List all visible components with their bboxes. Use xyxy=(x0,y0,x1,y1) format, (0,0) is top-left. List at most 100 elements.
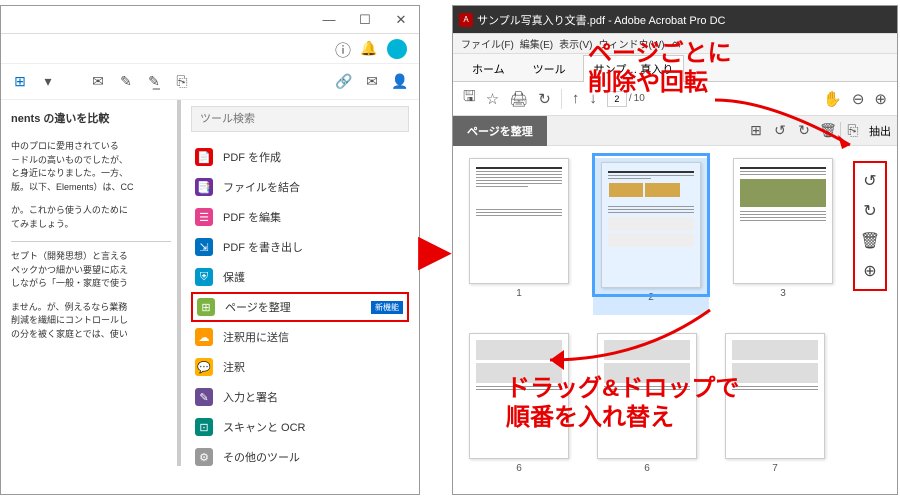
page-number: 1 xyxy=(516,288,522,299)
new-badge: 新機能 xyxy=(371,301,403,314)
rotate-cw-icon[interactable]: ↻ xyxy=(863,201,876,221)
doc-p1: 中のプロに愛用されている －ドルの高いものでしたが、 と身近になりました。一方、… xyxy=(11,140,171,194)
toolbar: ⊞ ▾ ✉ ✎ ✎̲ ⎘ 🔗 ✉ 👤 xyxy=(1,64,419,100)
tool-label: ファイルを結合 xyxy=(223,179,300,195)
tool-item-PDF を書き出し[interactable]: ⇲PDF を書き出し xyxy=(191,232,409,262)
tool-icon: ☰ xyxy=(195,208,213,226)
dropdown-icon[interactable]: ▾ xyxy=(39,73,57,91)
pdf-icon: A xyxy=(459,13,473,27)
tool-label: その他のツール xyxy=(223,449,300,465)
extract-icon[interactable]: ⎘ xyxy=(841,122,865,139)
tool-label: PDF を作成 xyxy=(223,149,281,165)
menu-view[interactable]: 表示(V) xyxy=(559,36,592,51)
delete-icon[interactable]: 🗑 xyxy=(816,122,840,139)
tabbar: ホーム ツール サンプ… 真入り xyxy=(453,54,897,82)
page-thumbnail[interactable]: 6 xyxy=(593,333,701,482)
menu-window[interactable]: ウィンドウ(W) xyxy=(598,36,664,51)
rotate-left-icon[interactable]: ↺ xyxy=(768,122,792,139)
close-button[interactable]: ✕ xyxy=(383,6,419,34)
tool-item-ページを整理[interactable]: ⊞ ページを整理 新機能 xyxy=(191,292,409,322)
menubar: ファイル(F) 編集(E) 表示(V) ウィンドウ(W) ヘ xyxy=(453,34,897,54)
tool-icon: ⚙ xyxy=(195,448,213,466)
insert-icon[interactable]: ⊞ xyxy=(744,122,768,139)
tool-item-注釈[interactable]: 💬注釈 xyxy=(191,352,409,382)
menu-edit[interactable]: 編集(E) xyxy=(520,36,553,51)
mail-icon[interactable]: ✉ xyxy=(363,73,381,91)
tool-icon: 📑 xyxy=(195,178,213,196)
tool-label: ページを整理 xyxy=(225,299,291,315)
page-thumbnail[interactable]: 1 xyxy=(465,158,573,315)
tab-home[interactable]: ホーム xyxy=(461,55,516,82)
tool-icon: 📄 xyxy=(195,148,213,166)
page-number: 6 xyxy=(644,463,650,474)
sign-icon[interactable]: ✎̲ xyxy=(145,73,163,91)
view-icon[interactable]: ⊞ xyxy=(11,73,29,91)
page-thumbnail[interactable]: 7 xyxy=(721,333,829,482)
trash-icon[interactable]: 🗑 xyxy=(860,231,880,251)
print-icon[interactable]: 🖨 xyxy=(509,90,528,108)
organize-header: ページを整理 ⊞ ↺ ↻ 🗑 ⎘ 抽出 xyxy=(453,116,897,146)
minimize-button[interactable]: — xyxy=(311,6,347,34)
user-icon[interactable]: 👤 xyxy=(391,73,409,91)
page-number: 6 xyxy=(516,463,522,474)
tool-icon: ⇲ xyxy=(195,238,213,256)
tool-icon: ⊞ xyxy=(197,298,215,316)
header: ⓘ 🔔 xyxy=(1,34,419,64)
tool-item-ファイルを結合[interactable]: 📑 ファイルを結合 xyxy=(191,172,409,202)
organize-title: ページを整理 xyxy=(453,116,547,146)
menu-file[interactable]: ファイル(F) xyxy=(461,36,514,51)
rotate-right-icon[interactable]: ↻ xyxy=(792,122,816,139)
maximize-button[interactable]: ☐ xyxy=(347,6,383,34)
zoom-in-icon[interactable]: ⊕ xyxy=(874,90,887,108)
page-up-icon[interactable]: ↑ xyxy=(572,90,580,107)
tool-item-PDF を作成[interactable]: 📄 PDF を作成 xyxy=(191,142,409,172)
tool-item-その他のツール[interactable]: ⚙ その他のツール xyxy=(191,442,409,472)
tool-label: PDF を編集 xyxy=(223,209,281,225)
tool-item-スキャンと OCR[interactable]: ⊡スキャンと OCR xyxy=(191,412,409,442)
tab-tools[interactable]: ツール xyxy=(522,55,577,82)
body: nents の違いを比較 中のプロに愛用されている －ドルの高いものでしたが、 … xyxy=(1,100,419,466)
avatar[interactable] xyxy=(387,39,407,59)
extract-label[interactable]: 抽出 xyxy=(869,123,891,139)
acrobat-tools-window: — ☐ ✕ ⓘ 🔔 ⊞ ▾ ✉ ✎ ✎̲ ⎘ 🔗 ✉ 👤 nents の違いを比… xyxy=(0,5,420,495)
link-icon[interactable]: 🔗 xyxy=(335,73,353,91)
tool-search-input[interactable] xyxy=(191,106,409,132)
page-number: 2 xyxy=(648,292,654,303)
page-thumbnail[interactable]: 6 xyxy=(465,333,573,482)
info-icon[interactable]: ⓘ xyxy=(335,41,351,57)
refresh-icon[interactable]: ↻ xyxy=(538,90,551,108)
tool-item-PDF を編集[interactable]: ☰ PDF を編集 xyxy=(191,202,409,232)
document-preview: nents の違いを比較 中のプロに愛用されている －ドルの高いものでしたが、 … xyxy=(1,100,181,466)
rotate-ccw-icon[interactable]: ↺ xyxy=(863,171,876,191)
comment-icon[interactable]: ✉ xyxy=(89,73,107,91)
page-thumbnails: 1 2 3 6 6 7 xyxy=(453,146,897,494)
page-number-input[interactable] xyxy=(607,91,627,107)
tool-item-注釈用に送信[interactable]: ☁注釈用に送信 xyxy=(191,322,409,352)
page-down-icon[interactable]: ↓ xyxy=(589,90,597,107)
page-thumbnail[interactable]: 2 xyxy=(593,158,709,315)
star-icon[interactable]: ☆ xyxy=(486,90,499,108)
notification-icon[interactable]: 🔔 xyxy=(361,41,377,57)
tool-item-保護[interactable]: ⛨ 保護 xyxy=(191,262,409,292)
tool-item-入力と署名[interactable]: ✎入力と署名 xyxy=(191,382,409,412)
page-thumbnail[interactable]: 3 xyxy=(729,158,837,315)
menu-help[interactable]: ヘ xyxy=(671,36,681,51)
stamp-icon[interactable]: ⎘ xyxy=(173,73,191,91)
titlebar: A サンプル写真入り文書.pdf - Adobe Acrobat Pro DC xyxy=(453,6,897,34)
hand-icon[interactable]: ✋ xyxy=(823,90,842,108)
tool-label: 入力と署名 xyxy=(223,389,278,405)
tool-label: 保護 xyxy=(223,269,245,285)
doc-title: nents の違いを比較 xyxy=(11,110,171,126)
add-icon[interactable]: ⊕ xyxy=(863,261,876,281)
tab-document[interactable]: サンプ… 真入り xyxy=(583,55,685,82)
window-title: サンプル写真入り文書.pdf - Adobe Acrobat Pro DC xyxy=(477,12,725,28)
tool-icon: ⛨ xyxy=(195,268,213,286)
zoom-out-icon[interactable]: ⊖ xyxy=(852,90,865,108)
doc-p3: セプト（開発思想）と言える ペックかつ細かい要望に応え しながら「一般・家庭で使… xyxy=(11,250,171,291)
page-number: 7 xyxy=(772,463,778,474)
highlight-icon[interactable]: ✎ xyxy=(117,73,135,91)
tool-label: 注釈 xyxy=(223,359,245,375)
selected-page-controls: ↺ ↻ 🗑 ⊕ xyxy=(853,161,887,291)
doc-p2: か。これから使う人のために てみましょう。 xyxy=(11,204,171,231)
save-icon[interactable]: 🖫 xyxy=(463,86,476,111)
